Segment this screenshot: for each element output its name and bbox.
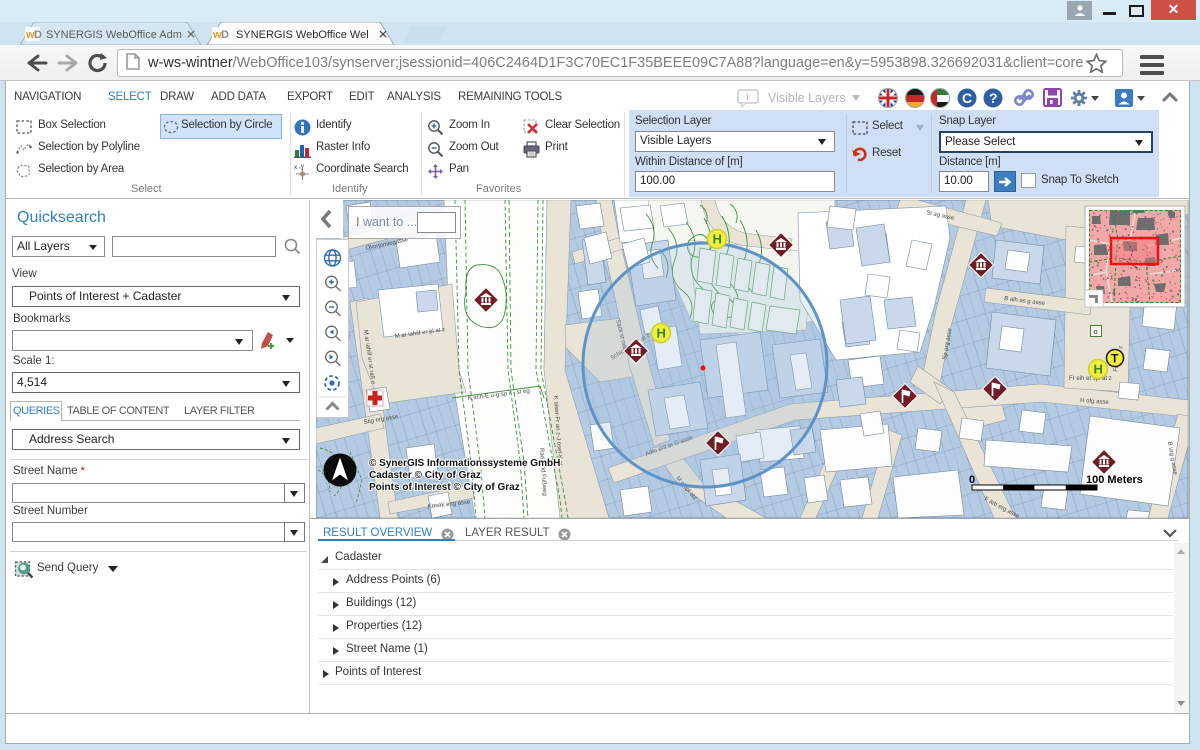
svg-text:?: ? [989,90,998,106]
svg-text:© SynerGIS Informationssysteme: © SynerGIS Informationssysteme GmbH [369,458,560,469]
svg-text:x: x [294,164,298,171]
svg-text:,y: ,y [299,163,305,170]
svg-text:Points of Interest © City of G: Points of Interest © City of Graz [369,482,520,493]
svg-text:Fr eih et spl at z: Fr eih et spl at z [1069,376,1112,382]
svg-text:i: i [746,92,749,103]
svg-text:D: D [34,29,42,41]
svg-text:H: H [1094,362,1103,377]
svg-text:H: H [713,232,722,247]
svg-text:C: C [962,90,972,106]
svg-text:0: 0 [969,474,975,486]
svg-text:o: o [1094,327,1098,336]
svg-text:Cadaster © City of Graz: Cadaster © City of Graz [369,470,481,481]
svg-text:✕: ✕ [378,28,388,42]
svg-text:T: T [1111,352,1119,366]
svg-text:100 Meters: 100 Meters [1086,474,1143,486]
svg-text:D: D [221,29,229,41]
svg-text:✕: ✕ [186,28,196,42]
svg-text:H: H [657,326,666,341]
svg-text:SYNERGIS WebOffice Wel: SYNERGIS WebOffice Wel [236,29,369,41]
svg-text:SYNERGIS WebOffice Adm: SYNERGIS WebOffice Adm [46,29,182,41]
